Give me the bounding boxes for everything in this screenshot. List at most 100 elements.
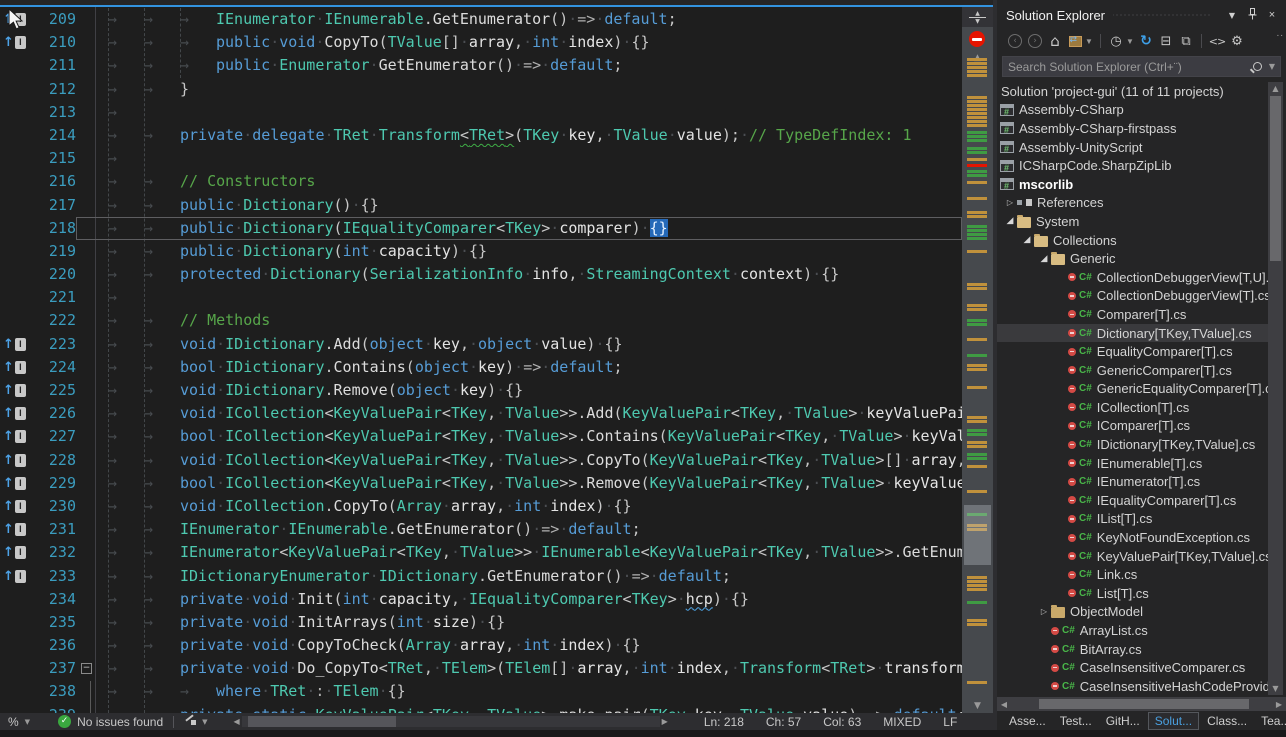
interface-implementation-icon[interactable]: I [15, 477, 26, 490]
tree-item-objectmodel[interactable]: ▷ObjectModel [997, 603, 1268, 622]
code-line[interactable]: 216→→// Constructors [0, 170, 962, 193]
fold-margin[interactable] [76, 588, 96, 611]
toolbar-overflow-icon[interactable]: .. [1276, 28, 1284, 39]
collapse-arrow-icon[interactable]: ◢ [1037, 254, 1051, 264]
tree-item-arraylist-cs[interactable]: C#ArrayList.cs [997, 621, 1268, 640]
view-code-icon[interactable]: <> [1207, 31, 1227, 51]
explorer-horizontal-scrollbar[interactable]: ◀ ▶ [997, 697, 1286, 711]
chevron-down-icon[interactable]: ▼ [1269, 62, 1275, 71]
tree-item-assembly-csharp[interactable]: Assembly-CSharp [997, 101, 1268, 120]
sync-with-active-document-icon[interactable]: ↻ [1136, 31, 1156, 51]
fold-margin[interactable] [76, 472, 96, 495]
properties-wrench-icon[interactable]: ⚙ [1227, 31, 1247, 51]
code-line[interactable]: 238→→→where·TRet·:·TElem·{} [0, 680, 962, 703]
panel-tab-gith[interactable]: GitH... [1100, 713, 1146, 729]
override-arrow-icon[interactable]: ↑ [3, 454, 14, 467]
code-line[interactable]: 213→ [0, 101, 962, 124]
tree-item-genericequalitycomparer-t-cs[interactable]: C#GenericEqualityComparer[T].cs [997, 380, 1268, 399]
fold-margin[interactable] [76, 240, 96, 263]
window-position-icon[interactable]: ▼ [1224, 11, 1240, 20]
interface-implementation-icon[interactable]: I [15, 454, 26, 467]
code-line[interactable]: 215→ [0, 147, 962, 170]
override-arrow-icon[interactable]: ↑ [3, 477, 14, 490]
code-line[interactable]: 222→→// Methods [0, 309, 962, 332]
scroll-left-arrow-icon[interactable]: ◀ [234, 717, 240, 726]
code-line[interactable]: 237−→→private·void·Do_CopyTo<TRet,·TElem… [0, 657, 962, 680]
scroll-right-arrow-icon[interactable]: ▶ [1272, 700, 1286, 709]
fold-margin[interactable] [76, 101, 96, 124]
collapse-all-icon[interactable]: ⊟ [1156, 31, 1176, 51]
pin-icon[interactable] [1244, 8, 1260, 23]
fold-margin[interactable] [76, 634, 96, 657]
scroll-right-arrow-icon[interactable]: ▶ [662, 717, 668, 726]
override-arrow-icon[interactable]: ↑ [3, 384, 14, 397]
fold-collapse-icon[interactable]: − [81, 663, 92, 674]
code-line[interactable]: 214→→private·delegate·TRet·Transform<TRe… [0, 124, 962, 147]
tree-item-generic[interactable]: ◢Generic [997, 249, 1268, 268]
fold-margin[interactable] [76, 263, 96, 286]
code-line[interactable]: 217→→public·Dictionary()·{} [0, 194, 962, 217]
fold-margin[interactable] [76, 402, 96, 425]
tree-item-assembly-csharp-firstpass[interactable]: Assembly-CSharp-firstpass [997, 119, 1268, 138]
tree-item-keynotfoundexception-cs[interactable]: C#KeyNotFoundException.cs [997, 528, 1268, 547]
tree-item-equalitycomparer-t-cs[interactable]: C#EqualityComparer[T].cs [997, 342, 1268, 361]
back-icon[interactable]: ‹ [1005, 31, 1025, 51]
interface-implementation-icon[interactable]: I [15, 361, 26, 374]
fold-margin[interactable] [76, 31, 96, 54]
interface-implementation-icon[interactable]: I [15, 407, 26, 420]
code-line[interactable]: ↑I223→→void·IDictionary.Add(object·key,·… [0, 333, 962, 356]
solution-explorer-title-bar[interactable]: Solution Explorer ▼ × [997, 4, 1286, 26]
tree-item-icsharpcode-sharpziplib[interactable]: ICSharpCode.SharpZipLib [997, 156, 1268, 175]
interface-implementation-icon[interactable]: I [15, 523, 26, 536]
override-arrow-icon[interactable]: ↑ [3, 338, 14, 351]
code-line[interactable]: ↑I225→→void·IDictionary.Remove(object·ke… [0, 379, 962, 402]
fold-margin[interactable] [76, 565, 96, 588]
interface-implementation-icon[interactable]: I [15, 338, 26, 351]
format-document-button[interactable]: ▼ [184, 716, 207, 728]
panel-tab-asse[interactable]: Asse... [1003, 713, 1052, 729]
forward-icon[interactable]: › [1025, 31, 1045, 51]
interface-implementation-icon[interactable]: I [15, 500, 26, 513]
code-line[interactable]: ↑I231→→IEnumerator·IEnumerable.GetEnumer… [0, 518, 962, 541]
interface-implementation-icon[interactable]: I [15, 36, 26, 49]
fold-margin[interactable] [76, 194, 96, 217]
code-line[interactable]: ↑I226→→void·ICollection<KeyValuePair<TKe… [0, 402, 962, 425]
fold-margin[interactable] [76, 8, 96, 31]
panel-tab-test[interactable]: Test... [1054, 713, 1098, 729]
code-line[interactable]: ↑I227→→bool·ICollection<KeyValuePair<TKe… [0, 425, 962, 448]
tree-item-dictionary-tkey-tvalue-cs[interactable]: C#Dictionary[TKey,TValue].cs [997, 324, 1268, 343]
interface-implementation-icon[interactable]: I [15, 430, 26, 443]
fold-margin[interactable] [76, 147, 96, 170]
interface-implementation-icon[interactable]: I [15, 546, 26, 559]
tree-item-icomparer-t-cs[interactable]: C#IComparer[T].cs [997, 417, 1268, 436]
override-arrow-icon[interactable]: ↑ [3, 523, 14, 536]
close-icon[interactable]: × [1264, 9, 1280, 21]
fold-margin[interactable] [76, 124, 96, 147]
expand-arrow-icon[interactable]: ▷ [1003, 198, 1017, 207]
code-line[interactable]: ↑I209→→→IEnumerator·IEnumerable.GetEnume… [0, 8, 962, 31]
code-line[interactable]: ↑I232→→IEnumerator<KeyValuePair<TKey,·TV… [0, 541, 962, 564]
fold-margin[interactable] [76, 611, 96, 634]
panel-tab-tea[interactable]: Tea... [1255, 713, 1286, 729]
editor-horizontal-scrollbar[interactable] [242, 716, 660, 727]
tree-item-caseinsensitivehashcodeprovider-cs[interactable]: C#CaseInsensitiveHashCodeProvider.cs [997, 677, 1268, 695]
tree-item-assembly-unityscript[interactable]: Assembly-UnityScript [997, 138, 1268, 157]
fold-margin[interactable] [76, 217, 96, 240]
fold-margin[interactable] [76, 333, 96, 356]
explorer-hscroll-track[interactable] [1011, 699, 1272, 709]
tree-item-list-t-cs[interactable]: C#List[T].cs [997, 584, 1268, 603]
document-health-error-icon[interactable] [969, 31, 985, 47]
tree-item-collectiondebuggerview-t-cs[interactable]: C#CollectionDebuggerView[T].cs [997, 287, 1268, 306]
fold-margin[interactable]: − [76, 657, 96, 680]
code-line[interactable]: ↑I230→→void·ICollection.CopyTo(Array·arr… [0, 495, 962, 518]
tree-item-references[interactable]: ▷References [997, 194, 1268, 213]
fold-margin[interactable] [76, 309, 96, 332]
scroll-down-arrow-icon[interactable]: ▼ [962, 701, 993, 711]
search-icon[interactable] [1253, 62, 1262, 71]
fold-margin[interactable] [76, 495, 96, 518]
scroll-left-arrow-icon[interactable]: ◀ [997, 700, 1011, 709]
tree-item-iequalitycomparer-t-cs[interactable]: C#IEqualityComparer[T].cs [997, 491, 1268, 510]
override-arrow-icon[interactable]: ↑ [3, 546, 14, 559]
preview-selected-items-icon[interactable]: ⧉ [1176, 31, 1196, 51]
code-line[interactable]: ↑I228→→void·ICollection<KeyValuePair<TKe… [0, 449, 962, 472]
